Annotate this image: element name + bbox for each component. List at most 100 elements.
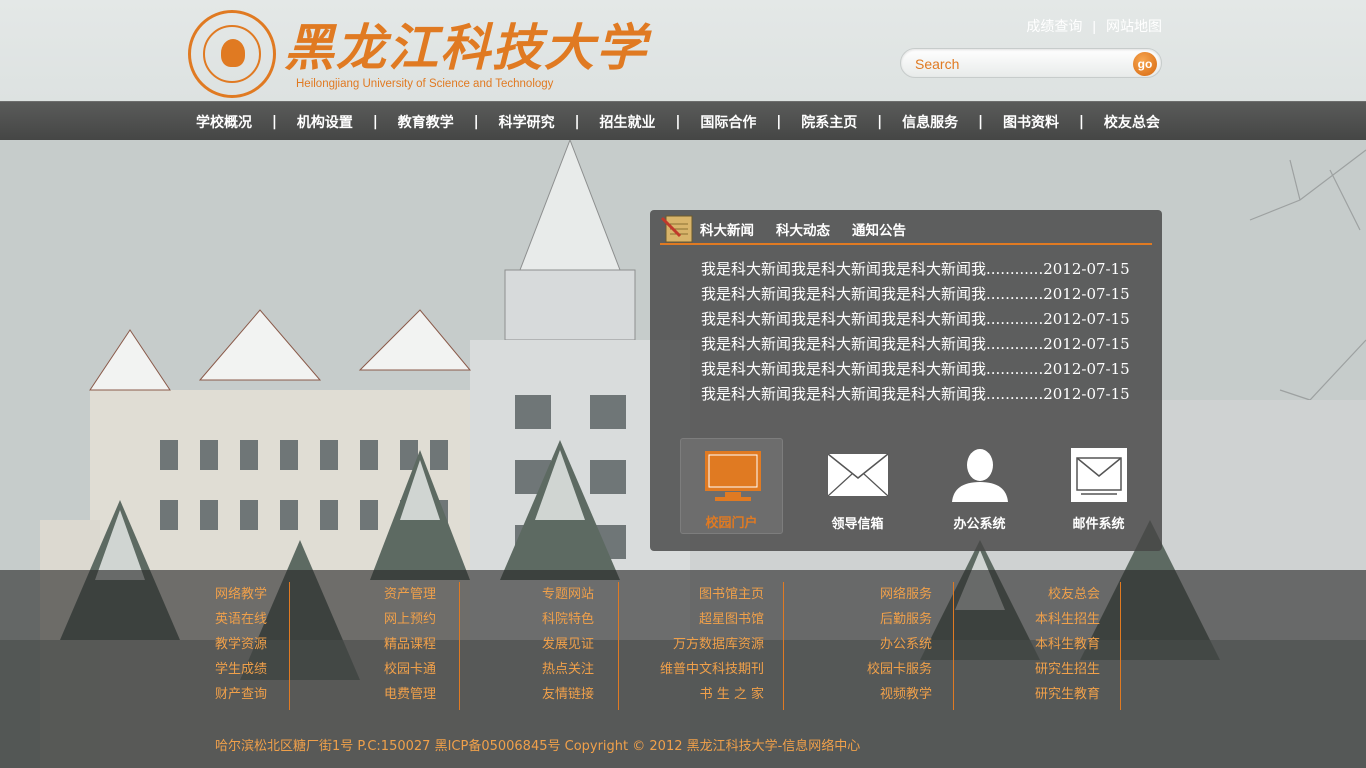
nav-separator: |: [1078, 113, 1084, 130]
nav-item-education[interactable]: 教育教学: [390, 112, 462, 132]
footer-link[interactable]: 专题网站: [542, 582, 594, 607]
quick-link-office-system[interactable]: 办公系统: [928, 438, 1031, 534]
quick-link-label: 办公系统: [953, 517, 1006, 532]
footer-column: 网络教学 英语在线 教学资源 学生成绩 财产查询: [215, 582, 267, 712]
footer-link[interactable]: 校园卡通: [384, 657, 436, 682]
tab-school-updates[interactable]: 科大动态: [776, 219, 830, 239]
link-site-map[interactable]: 网站地图: [1106, 16, 1162, 36]
footer-link[interactable]: 资产管理: [384, 582, 436, 607]
nav-item-departments[interactable]: 院系主页: [793, 112, 865, 132]
quick-link-leader-mailbox[interactable]: 领导信箱: [806, 438, 909, 534]
footer-column: 校友总会 本科生招生 本科生教育 研究生招生 研究生教育: [1010, 582, 1100, 712]
news-list: 我是科大新闻我是科大新闻我是科大新闻我............2012-07-1…: [701, 259, 1151, 409]
person-icon: [952, 449, 1008, 502]
footer-link[interactable]: 网络服务: [842, 582, 932, 607]
news-item[interactable]: 我是科大新闻我是科大新闻我是科大新闻我............2012-07-1…: [701, 284, 1151, 309]
footer-link[interactable]: 本科生招生: [1010, 607, 1100, 632]
news-item[interactable]: 我是科大新闻我是科大新闻我是科大新闻我............2012-07-1…: [701, 334, 1151, 359]
nav-item-alumni[interactable]: 校友总会: [1096, 112, 1168, 132]
quick-link-mail-system[interactable]: 邮件系统: [1047, 438, 1150, 534]
footer-column: 资产管理 网上预约 精品课程 校园卡通 电费管理: [384, 582, 436, 712]
footer-link[interactable]: 精品课程: [384, 632, 436, 657]
nav-item-international[interactable]: 国际合作: [692, 112, 764, 132]
footer-column: 图书馆主页 超星图书馆 万方数据库资源 维普中文科技期刊 书 生 之 家: [650, 582, 764, 712]
footer-link[interactable]: 校友总会: [1010, 582, 1100, 607]
university-seal-icon: [188, 10, 276, 98]
footer-column: 专题网站 科院特色 发展见证 热点关注 友情链接: [542, 582, 594, 712]
news-item[interactable]: 我是科大新闻我是科大新闻我是科大新闻我............2012-07-1…: [701, 384, 1151, 409]
footer-divider: [618, 582, 619, 710]
footer-link[interactable]: 友情链接: [542, 682, 594, 707]
footer-link[interactable]: 校园卡服务: [842, 657, 932, 682]
nav-separator: |: [776, 113, 782, 130]
nav-item-organization[interactable]: 机构设置: [289, 112, 361, 132]
nav-item-library[interactable]: 图书资料: [995, 112, 1067, 132]
news-tabs: 科大新闻 科大动态 通知公告: [700, 219, 906, 239]
footer-link[interactable]: 万方数据库资源: [650, 632, 764, 657]
footer-link[interactable]: 超星图书馆: [650, 607, 764, 632]
nav-separator: |: [978, 113, 984, 130]
footer-link[interactable]: 本科生教育: [1010, 632, 1100, 657]
nav-item-admissions[interactable]: 招生就业: [592, 112, 664, 132]
footer-link[interactable]: 英语在线: [215, 607, 267, 632]
footer-link[interactable]: 维普中文科技期刊: [650, 657, 764, 682]
news-item[interactable]: 我是科大新闻我是科大新闻我是科大新闻我............2012-07-1…: [701, 359, 1151, 384]
footer-link[interactable]: 书 生 之 家: [650, 682, 764, 707]
footer-divider: [783, 582, 784, 710]
footer-link[interactable]: 发展见证: [542, 632, 594, 657]
footer-link[interactable]: 科院特色: [542, 607, 594, 632]
quick-link-campus-portal[interactable]: 校园门户: [680, 438, 783, 534]
news-item[interactable]: 我是科大新闻我是科大新闻我是科大新闻我............2012-07-1…: [701, 259, 1151, 284]
tab-school-news[interactable]: 科大新闻: [700, 219, 754, 239]
quick-links: 校园门户 领导信箱 办公系统 邮件系统: [680, 438, 1150, 534]
nav-separator: |: [877, 113, 883, 130]
footer-link[interactable]: 财产查询: [215, 682, 267, 707]
tab-announcements[interactable]: 通知公告: [852, 219, 906, 239]
footer-divider: [289, 582, 290, 710]
quick-link-label: 校园门户: [705, 516, 758, 531]
nav-separator: |: [473, 113, 479, 130]
search-go-button[interactable]: go: [1133, 52, 1157, 76]
footer-link[interactable]: 电费管理: [384, 682, 436, 707]
site-footer: 网络教学 英语在线 教学资源 学生成绩 财产查询 资产管理 网上预约 精品课程 …: [0, 570, 1366, 768]
footer-link[interactable]: 网络教学: [215, 582, 267, 607]
footer-link[interactable]: 教学资源: [215, 632, 267, 657]
footer-link[interactable]: 视频教学: [842, 682, 932, 707]
footer-divider: [1120, 582, 1121, 710]
footer-divider: [953, 582, 954, 710]
link-grade-query[interactable]: 成绩查询: [1026, 16, 1082, 36]
footer-link[interactable]: 后勤服务: [842, 607, 932, 632]
logo-subtitle: Heilongjiang University of Science and T…: [296, 78, 554, 90]
footer-link-columns: 网络教学 英语在线 教学资源 学生成绩 财产查询 资产管理 网上预约 精品课程 …: [200, 582, 1125, 712]
monitor-icon: [705, 451, 761, 501]
logo-title: 黑龙江科技大学: [284, 18, 648, 77]
top-link-separator: |: [1092, 18, 1096, 34]
footer-link[interactable]: 图书馆主页: [650, 582, 764, 607]
nav-item-school-overview[interactable]: 学校概况: [188, 112, 260, 132]
news-panel: 科大新闻 科大动态 通知公告 我是科大新闻我是科大新闻我是科大新闻我......…: [650, 210, 1162, 551]
footer-link[interactable]: 热点关注: [542, 657, 594, 682]
main-nav: 学校概况 | 机构设置 | 教育教学 | 科学研究 | 招生就业 | 国际合作 …: [0, 101, 1366, 140]
top-links: 成绩查询 | 网站地图: [1026, 16, 1162, 36]
search-box: go: [900, 48, 1162, 78]
nav-item-info-services[interactable]: 信息服务: [894, 112, 966, 132]
nav-separator: |: [675, 113, 681, 130]
quick-link-label: 邮件系统: [1072, 517, 1125, 532]
quick-link-label: 领导信箱: [831, 517, 884, 532]
university-logo[interactable]: 黑龙江科技大学 Heilongjiang University of Scien…: [188, 8, 646, 100]
site-header: 黑龙江科技大学 Heilongjiang University of Scien…: [0, 0, 1366, 101]
nav-separator: |: [372, 113, 378, 130]
footer-divider: [459, 582, 460, 710]
nav-item-research[interactable]: 科学研究: [491, 112, 563, 132]
footer-link[interactable]: 学生成绩: [215, 657, 267, 682]
mailbox-icon: [1071, 448, 1127, 502]
search-input[interactable]: [915, 54, 1125, 74]
news-item[interactable]: 我是科大新闻我是科大新闻我是科大新闻我............2012-07-1…: [701, 309, 1151, 334]
footer-link[interactable]: 研究生教育: [1010, 682, 1100, 707]
envelope-icon: [828, 453, 888, 497]
footer-link[interactable]: 研究生招生: [1010, 657, 1100, 682]
footer-link[interactable]: 网上预约: [384, 607, 436, 632]
footer-column: 网络服务 后勤服务 办公系统 校园卡服务 视频教学: [842, 582, 932, 712]
notepad-icon: [660, 215, 693, 243]
footer-link[interactable]: 办公系统: [842, 632, 932, 657]
